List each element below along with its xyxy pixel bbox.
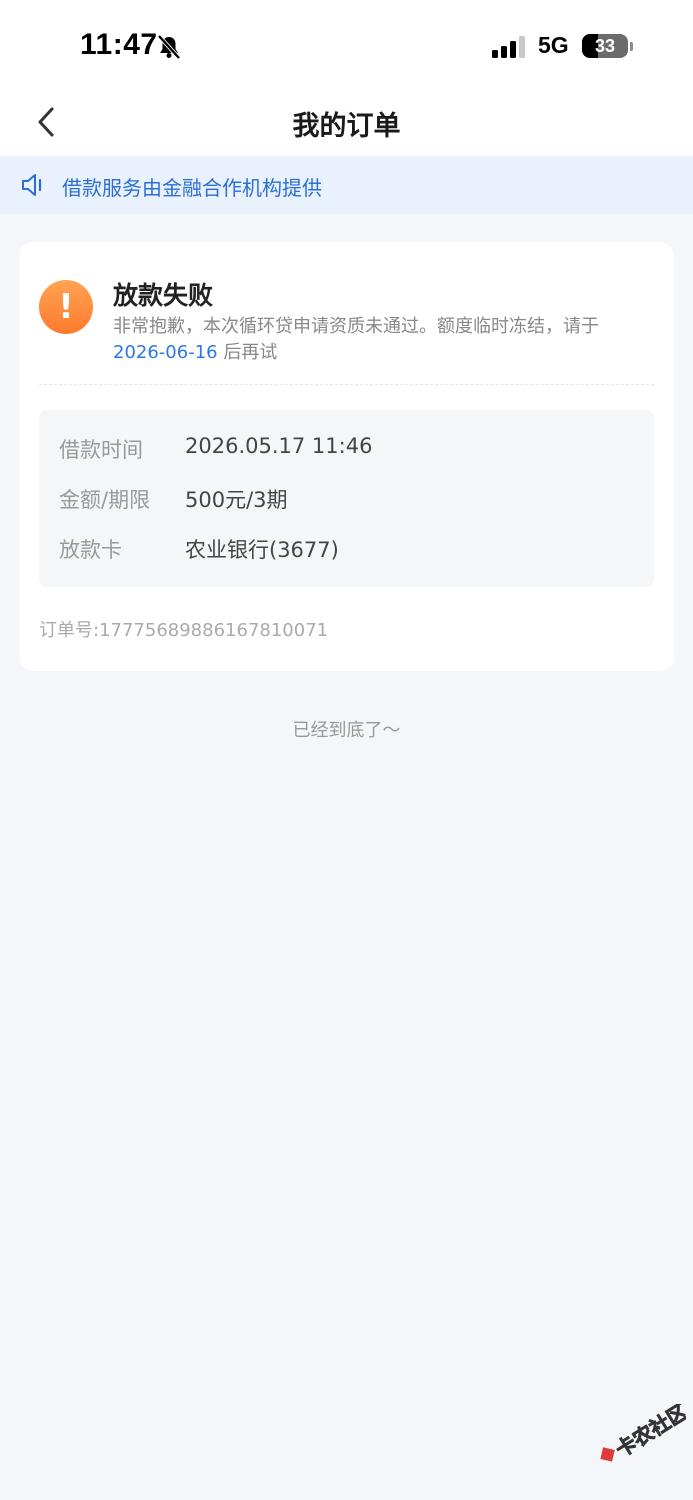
- order-number: 订单号:17775689886167810071: [39, 620, 329, 641]
- status-desc-text: 非常抱歉，本次循环贷申请资质未通过。额度临时冻结，请于: [113, 316, 599, 337]
- info-label: 放款卡: [59, 538, 122, 562]
- status-time: 11:47: [80, 28, 158, 61]
- divider: [39, 384, 654, 385]
- signal-icon: [492, 36, 525, 58]
- nav-bar: 我的订单: [0, 90, 693, 156]
- page-title: 我的订单: [292, 111, 401, 142]
- retry-suffix: 后再试: [217, 342, 278, 363]
- order-info-box: 借款时间 2026.05.17 11:46 金额/期限 500元/3期 放款卡 …: [39, 410, 654, 587]
- status-description: 非常抱歉，本次循环贷申请资质未通过。额度临时冻结，请于 2026-06-16 后…: [113, 314, 653, 366]
- status-bar: 11:47 5G 33: [0, 0, 693, 90]
- bell-slash-icon: [157, 34, 181, 60]
- battery-icon: 33: [582, 34, 628, 58]
- svg-text:卡农社区: 卡农社区: [611, 1404, 686, 1462]
- battery-level: 33: [594, 36, 616, 56]
- speaker-icon: [22, 174, 42, 196]
- network-type: 5G: [538, 32, 569, 58]
- notice-text: 借款服务由金融合作机构提供: [62, 176, 322, 200]
- info-value: 500元/3期: [185, 488, 288, 512]
- retry-date: 2026-06-16: [113, 342, 218, 363]
- watermark-logo: 卡农社区: [600, 1404, 686, 1462]
- info-label: 借款时间: [59, 438, 143, 462]
- info-value: 农业银行(3677): [185, 538, 339, 562]
- battery-cap: [630, 42, 633, 51]
- end-of-list-text: 已经到底了～: [292, 720, 401, 741]
- status-title: 放款失败: [113, 281, 214, 310]
- info-label: 金额/期限: [59, 488, 151, 512]
- warning-icon: !: [39, 280, 93, 334]
- info-value: 2026.05.17 11:46: [185, 434, 373, 458]
- order-card[interactable]: ! 放款失败 非常抱歉，本次循环贷申请资质未通过。额度临时冻结，请于 2026-…: [19, 242, 674, 671]
- notice-banner: 借款服务由金融合作机构提供: [0, 156, 693, 214]
